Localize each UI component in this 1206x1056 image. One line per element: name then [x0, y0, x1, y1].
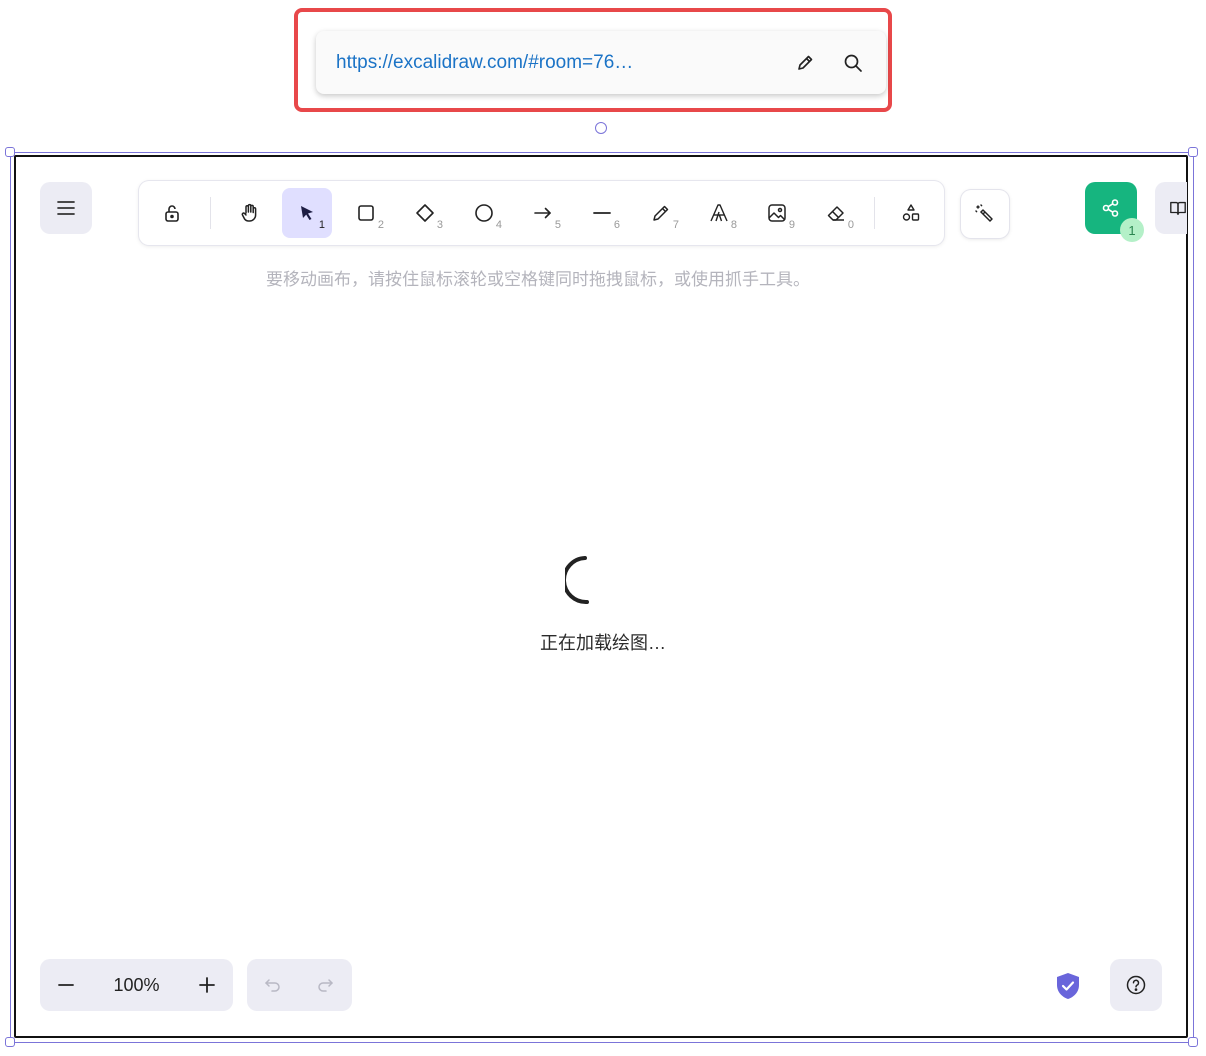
tool-shortcut: 7 — [672, 219, 679, 231]
pencil-icon — [798, 55, 813, 70]
zoom-controls: 100% — [40, 959, 233, 1011]
plus-icon — [199, 977, 215, 993]
shapes-icon — [902, 204, 920, 221]
tool-ellipse[interactable]: 4 — [459, 188, 509, 238]
collaborators-badge: 1 — [1120, 218, 1144, 242]
magic-tool-button[interactable] — [961, 190, 1009, 238]
pencil-icon — [653, 205, 669, 221]
tool-eraser[interactable]: 0 — [811, 188, 861, 238]
tool-shortcut: 9 — [788, 219, 795, 231]
tool-rectangle[interactable]: 2 — [341, 188, 391, 238]
tool-more-shapes[interactable] — [886, 188, 936, 238]
tool-shortcut: 8 — [730, 219, 737, 231]
tool-shortcut: 0 — [847, 219, 854, 231]
resize-handle-bottom-left[interactable] — [5, 1037, 15, 1047]
tool-image[interactable]: 9 — [752, 188, 802, 238]
shapes-toolbar: 1 2 3 4 5 6 7 8 9 0 — [139, 181, 944, 245]
toolbar-separator — [210, 197, 211, 229]
url-text[interactable]: https://excalidraw.com/#room=76… — [336, 52, 772, 74]
canvas-hint: 要移动画布，请按住鼠标滚轮或空格键同时拖拽鼠标，或使用抓手工具。 — [266, 270, 810, 289]
image-icon — [768, 204, 786, 222]
tool-draw[interactable]: 7 — [636, 188, 686, 238]
pointer-icon — [301, 206, 313, 220]
tool-arrow[interactable]: 5 — [518, 188, 568, 238]
loading-message: 正在加载绘图… — [540, 633, 666, 653]
search-button[interactable] — [838, 48, 868, 78]
edit-url-button[interactable] — [790, 48, 820, 78]
zoom-level-button[interactable]: 100% — [92, 975, 181, 996]
zoom-in-button[interactable] — [181, 959, 233, 1011]
tool-selection[interactable]: 1 — [282, 188, 332, 238]
diamond-icon — [416, 204, 434, 222]
main-menu-button[interactable] — [40, 182, 92, 234]
library-button[interactable] — [1155, 182, 1187, 234]
selection-frame-top — [10, 152, 1193, 153]
text-icon — [710, 204, 728, 222]
tool-shortcut: 1 — [318, 219, 325, 231]
rotate-handle[interactable] — [595, 122, 607, 134]
tool-shortcut: 6 — [613, 219, 620, 231]
line-icon — [593, 212, 611, 214]
history-controls — [247, 959, 352, 1011]
share-icon — [1102, 199, 1119, 217]
tool-shortcut: 3 — [436, 219, 443, 231]
tool-shortcut: 2 — [377, 219, 384, 231]
hand-icon — [241, 203, 257, 222]
arrow-right-icon — [534, 207, 551, 219]
resize-handle-bottom-right[interactable] — [1188, 1037, 1198, 1047]
tool-text[interactable]: 8 — [694, 188, 744, 238]
zoom-out-button[interactable] — [40, 959, 92, 1011]
resize-handle-top-left[interactable] — [5, 147, 15, 157]
toolbar-separator — [874, 197, 875, 229]
minus-icon — [58, 984, 74, 986]
hamburger-menu-icon — [57, 201, 75, 215]
selection-frame-right — [1193, 152, 1194, 1042]
book-icon — [1170, 201, 1186, 215]
tool-line[interactable]: 6 — [577, 188, 627, 238]
tool-diamond[interactable]: 3 — [400, 188, 450, 238]
tool-shortcut: 4 — [495, 219, 502, 231]
undo-icon — [265, 979, 280, 992]
redo-icon — [318, 979, 333, 992]
circle-icon — [475, 204, 493, 222]
redo-button[interactable] — [299, 959, 351, 1011]
search-icon — [844, 54, 862, 72]
tool-lock[interactable] — [147, 188, 197, 238]
url-bar[interactable]: https://excalidraw.com/#room=76… — [316, 31, 886, 94]
magic-wand-icon — [975, 204, 993, 223]
lock-open-icon — [165, 205, 179, 222]
loading-spinner-icon — [565, 556, 589, 605]
eraser-icon — [827, 206, 844, 221]
shield-check-icon[interactable] — [1055, 972, 1081, 1000]
help-icon — [1126, 975, 1146, 995]
resize-handle-top-right[interactable] — [1188, 147, 1198, 157]
undo-button[interactable] — [247, 959, 299, 1011]
help-button[interactable] — [1110, 959, 1162, 1011]
square-icon — [358, 205, 374, 221]
tool-hand[interactable] — [225, 188, 275, 238]
tool-shortcut: 5 — [554, 219, 561, 231]
selection-frame-bottom — [10, 1042, 1193, 1043]
